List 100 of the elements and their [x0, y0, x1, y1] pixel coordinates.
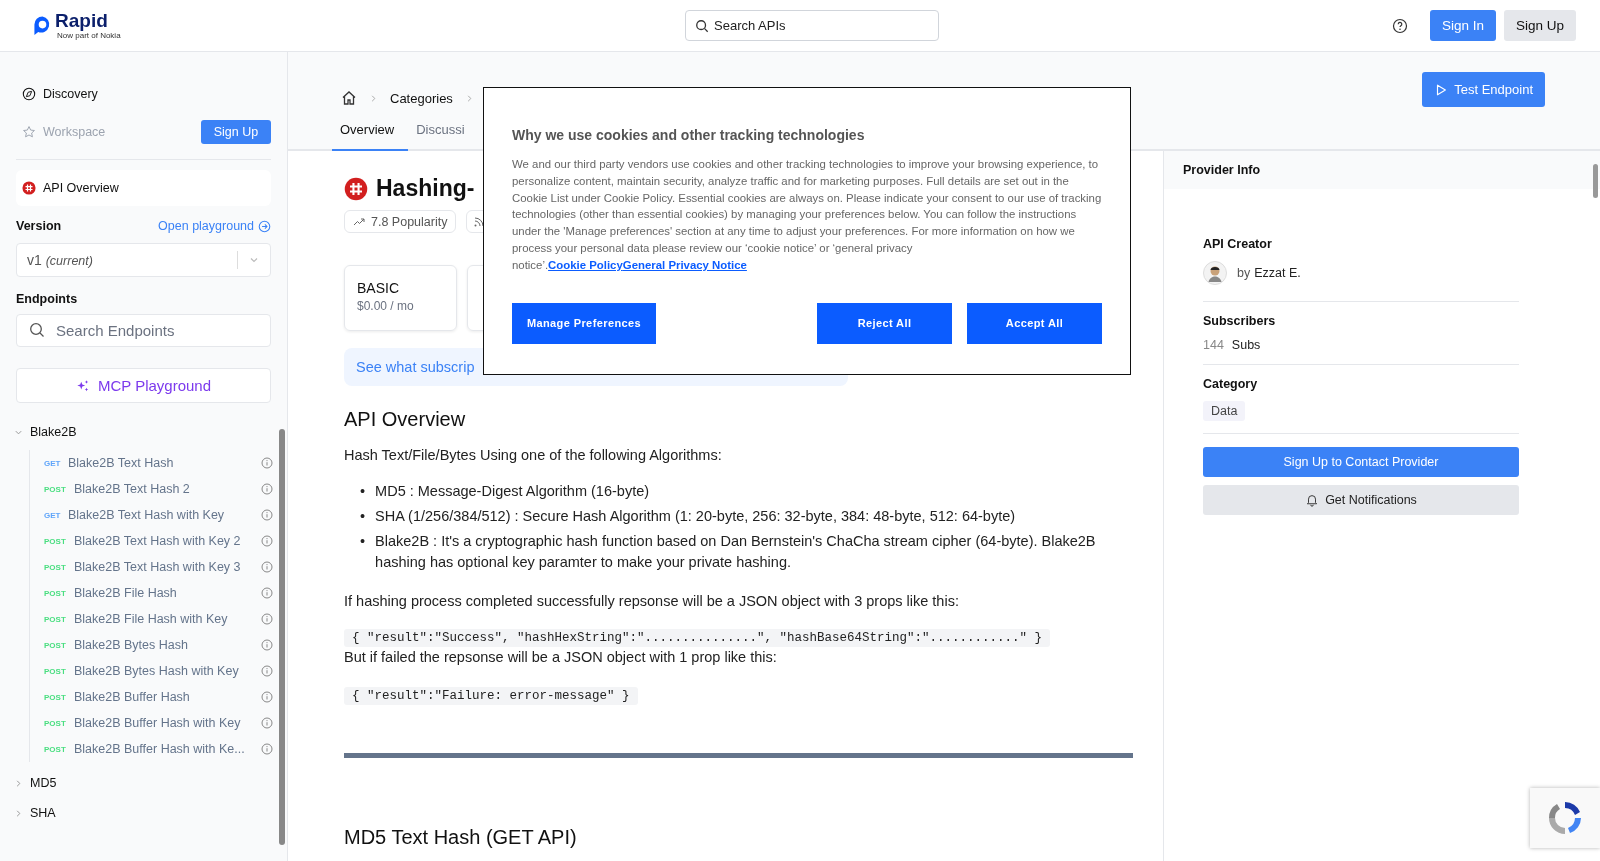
section-heading: API Overview: [344, 408, 467, 431]
rss-icon: [473, 215, 486, 228]
popularity-chip: 7.8 Popularity: [344, 210, 457, 233]
subscriber-count: 144: [1203, 338, 1224, 352]
nav-item[interactable]: Discovery: [16, 87, 98, 101]
hash-logo-icon: [344, 176, 368, 201]
info-icon[interactable]: [261, 561, 273, 573]
hash-logo-icon: [22, 181, 36, 195]
endpoint-item[interactable]: POST Blake2B Buffer Hash with Key: [44, 710, 277, 736]
chevron-right-icon: [14, 778, 23, 788]
breadcrumb-link[interactable]: Categories: [390, 90, 453, 106]
info-icon[interactable]: [261, 743, 273, 755]
endpoint-item[interactable]: GET Blake2B Text Hash with Key: [44, 502, 277, 528]
test-endpoint-button[interactable]: Test Endpoint: [1422, 72, 1545, 107]
reject-all-button[interactable]: Reject All: [817, 302, 952, 344]
version-label: Version: [16, 219, 62, 233]
category-label: Category: [1203, 377, 1259, 391]
endpoint-item[interactable]: POST Blake2B Buffer Hash: [44, 684, 277, 710]
bullet-item: MD5 : Message-Digest Algorithm (16-byte): [375, 482, 651, 501]
info-icon[interactable]: [261, 665, 273, 677]
sparkle-icon: [75, 378, 90, 393]
chevron-right-icon: [14, 808, 23, 818]
endpoint-item[interactable]: POST Blake2B Bytes Hash with Key: [44, 658, 277, 684]
endpoint-item[interactable]: POST Blake2B Text Hash 2: [44, 476, 277, 502]
tab[interactable]: Overview: [332, 122, 409, 151]
api-overview-item[interactable]: API Overview: [16, 170, 271, 206]
info-icon[interactable]: [261, 509, 273, 521]
help-icon[interactable]: [1391, 17, 1408, 34]
bullet-item: Blake2B : It's a cryptographic hash function based on Dan Bernstein's ChaCha stream cipher (64-byte). Blake2B hashing has optional key paramter to make your private hashing.: [375, 532, 1097, 572]
info-icon[interactable]: [261, 457, 273, 469]
info-icon[interactable]: [261, 639, 273, 651]
paragraph: If hashing process completed successfully repsonse will be a JSON object with 3 props like this:: [344, 592, 960, 611]
logo-tagline: Now part of Nokia: [57, 31, 121, 40]
policy-link[interactable]: Cookie Policy: [548, 258, 623, 271]
tree-group[interactable]: Blake2B: [14, 417, 277, 447]
avatar: [1203, 261, 1227, 285]
endpoint-item[interactable]: POST Blake2B File Hash with Key: [44, 606, 277, 632]
panel-title: Provider Info: [1183, 163, 1261, 177]
search-field[interactable]: Search Endpoints: [16, 314, 271, 347]
tab[interactable]: Discussi: [408, 122, 479, 151]
endpoint-item[interactable]: POST Blake2B File Hash: [44, 580, 277, 606]
search-field[interactable]: Search APIs: [685, 10, 939, 41]
subscriber-unit: Subs: [1231, 338, 1261, 352]
endpoints-label: Endpoints: [16, 292, 79, 306]
info-icon[interactable]: [261, 535, 273, 547]
dialog-text: We and our third party vendors use cookies and other tracking technologies to improve your browsing experience, to personalize content, maintain security, analyze traffic and for marketing purposes. Full details are set out in the Cookie List under Cookie Policy. Essential cookies are always on. Please indicate your consent to our use of tracking technologies (other than essential cookies) by managing your preferences below. You can follow the instructions under the 'Manage preferences' section at any time to adjust your preferences. For more information on how we process your personal data please review our ‘cookie notice’ or ‘general privacy notice’.Cookie PolicyGeneral Privacy Notice: [512, 157, 1102, 273]
plan-name: BASIC: [357, 280, 400, 296]
logo-wordmark[interactable]: Rapid: [55, 11, 121, 31]
code-snippet: { "result":"Failure: error-message" }: [344, 687, 638, 705]
bullet-marker: •: [360, 507, 366, 526]
sign-up-button[interactable]: Sign Up: [1503, 10, 1576, 41]
compass-icon: [22, 87, 36, 101]
open-playground-link[interactable]: Open playground: [158, 219, 271, 233]
category-tag[interactable]: Data: [1203, 401, 1246, 421]
creator-link[interactable]: Ezzat E.: [1254, 266, 1301, 280]
tree-group[interactable]: MD5: [14, 768, 277, 798]
chevron-right-icon: [369, 93, 378, 103]
manage-preferences-button[interactable]: Manage Preferences: [512, 302, 656, 344]
endpoint-item[interactable]: GET Blake2B Text Hash: [44, 450, 277, 476]
creator-label: API Creator: [1203, 237, 1273, 251]
info-icon[interactable]: [261, 717, 273, 729]
code-snippet: { "result":"Success", "hashHexString":"...............", "hashBase64String":"............" }: [344, 629, 1051, 647]
bullet-marker: •: [360, 532, 366, 551]
bell-icon: [1305, 493, 1320, 507]
endpoint-item[interactable]: POST Blake2B Text Hash with Key 3: [44, 554, 277, 580]
logo-icon: [33, 14, 52, 37]
section-heading: MD5 Text Hash (GET API): [344, 826, 578, 849]
policy-link[interactable]: General Privacy Notice: [622, 258, 747, 271]
creator-prefix: by: [1237, 266, 1251, 280]
notifications-button[interactable]: Get Notifications: [1203, 485, 1519, 515]
trend-up-icon: [353, 215, 365, 228]
search-icon: [29, 322, 45, 338]
info-icon[interactable]: [261, 587, 273, 599]
arrow-circle-icon: [258, 219, 271, 233]
star-icon: [22, 125, 36, 139]
info-icon[interactable]: [261, 613, 273, 625]
home-icon[interactable]: [341, 90, 357, 106]
contact-provider-button[interactable]: Sign Up to Contact Provider: [1203, 447, 1519, 477]
dialog-title: Why we use cookies and other tracking technologies: [512, 127, 866, 143]
info-icon[interactable]: [261, 691, 273, 703]
paragraph: Hash Text/File/Bytes Using one of the following Algorithms:: [344, 446, 723, 465]
sign-up-button[interactable]: Sign Up: [201, 120, 271, 144]
endpoint-item[interactable]: POST Blake2B Text Hash with Key 2: [44, 528, 277, 554]
api-title: Hashing-: [376, 175, 475, 202]
recaptcha-badge[interactable]: [1530, 788, 1600, 848]
plan-price: $0.00 / mo: [357, 299, 415, 313]
banner-text: See what subscrip: [356, 359, 475, 375]
subscribers-label: Subscribers: [1203, 314, 1277, 328]
mcp-playground-button[interactable]: MCP Playground: [16, 368, 271, 403]
endpoint-item[interactable]: POST Blake2B Buffer Hash with Ke...: [44, 736, 277, 762]
plan-card[interactable]: BASIC $0.00 / mo: [344, 265, 457, 331]
accept-all-button[interactable]: Accept All: [967, 302, 1102, 344]
play-icon: [1434, 82, 1449, 97]
bullet-marker: •: [360, 482, 366, 501]
version-select[interactable]: v1 (current): [16, 243, 271, 277]
paragraph: But if failed the repsonse will be a JSON object with 1 prop like this:: [344, 648, 778, 667]
sign-in-button[interactable]: Sign In: [1429, 10, 1496, 41]
info-icon[interactable]: [261, 483, 273, 495]
endpoint-item[interactable]: POST Blake2B Bytes Hash: [44, 632, 277, 658]
tree-group[interactable]: SHA: [14, 798, 277, 828]
